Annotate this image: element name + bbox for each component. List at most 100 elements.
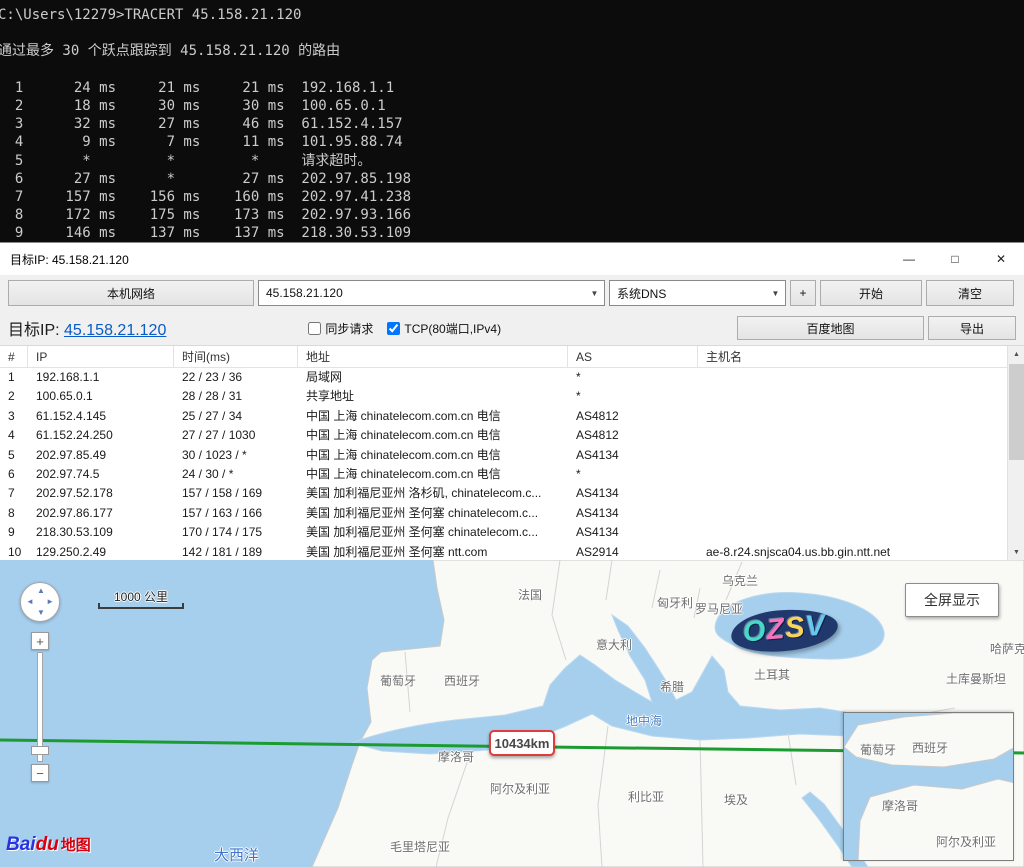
sync-checkbox-label: 同步请求 <box>325 320 373 337</box>
map-label: 摩洛哥 <box>882 797 918 814</box>
map-label: 希腊 <box>660 678 684 695</box>
table-row[interactable]: 6202.97.74.524 / 30 / *中国 上海 chinateleco… <box>0 465 1024 484</box>
map-label: 毛里塔尼亚 <box>390 838 450 855</box>
column-header[interactable]: AS <box>568 346 698 367</box>
table-cell <box>698 426 1024 445</box>
fullscreen-button[interactable]: 全屏显示 <box>905 583 999 617</box>
local-network-button[interactable]: 本机网络 <box>8 280 254 306</box>
target-ip-heading: 目标IP: 45.158.21.120 <box>8 316 166 340</box>
table-cell: AS2914 <box>568 543 698 561</box>
table-row[interactable]: 1192.168.1.122 / 23 / 36局域网* <box>0 368 1024 387</box>
column-header[interactable]: 地址 <box>298 346 568 367</box>
titlebar[interactable]: 目标IP: 45.158.21.120 — □ ✕ <box>0 243 1024 275</box>
table-cell: 202.97.74.5 <box>28 465 174 484</box>
table-cell: 27 / 27 / 1030 <box>174 426 298 445</box>
table-cell <box>698 446 1024 465</box>
clear-button[interactable]: 清空 <box>926 280 1014 306</box>
table-row[interactable]: 461.152.24.25027 / 27 / 1030中国 上海 chinat… <box>0 426 1024 445</box>
watermark-letter: V <box>804 609 827 643</box>
table-row[interactable]: 9218.30.53.109170 / 174 / 175美国 加利福尼亚州 圣… <box>0 523 1024 542</box>
map-label: 匈牙利 <box>657 594 693 611</box>
table-cell: 4 <box>0 426 28 445</box>
sync-checkbox[interactable] <box>308 322 321 335</box>
pan-up-icon[interactable]: ▲ <box>37 587 45 595</box>
pan-left-icon[interactable]: ◄ <box>26 598 34 606</box>
table-row[interactable]: 8202.97.86.177157 / 163 / 166美国 加利福尼亚州 圣… <box>0 504 1024 523</box>
scroll-up-icon[interactable]: ▲ <box>1008 346 1024 363</box>
table-cell <box>698 465 1024 484</box>
table-cell: 共享地址 <box>298 387 568 406</box>
table-cell: 28 / 28 / 31 <box>174 387 298 406</box>
table-row[interactable]: 2100.65.0.128 / 28 / 31共享地址* <box>0 387 1024 406</box>
column-header[interactable]: IP <box>28 346 174 367</box>
table-cell: 局域网 <box>298 368 568 387</box>
terminal-window: C:\Users\12279>TRACERT 45.158.21.120 通过最… <box>0 0 1024 242</box>
table-cell: 1 <box>0 368 28 387</box>
map-label: 土耳其 <box>754 666 790 683</box>
table-cell: 170 / 174 / 175 <box>174 523 298 542</box>
zoom-slider-handle[interactable] <box>31 746 49 755</box>
minimize-button[interactable]: — <box>886 243 932 275</box>
chevron-down-icon[interactable]: ▼ <box>767 282 784 304</box>
dns-select-value: 系统DNS <box>617 285 666 302</box>
pan-right-icon[interactable]: ► <box>46 598 54 606</box>
baidu-maps-logo: Baidu地图 <box>6 834 91 856</box>
target-ip-combobox[interactable]: 45.158.21.120 ▼ <box>258 280 605 306</box>
zoom-in-button[interactable]: + <box>31 632 49 650</box>
table-cell: 192.168.1.1 <box>28 368 174 387</box>
table-cell: 7 <box>0 484 28 503</box>
scroll-down-icon[interactable]: ▼ <box>1008 544 1024 561</box>
column-header[interactable]: # <box>0 346 28 367</box>
column-header[interactable]: 主机名 <box>698 346 1024 367</box>
watermark-letter: O <box>742 615 768 649</box>
target-ip-link[interactable]: 45.158.21.120 <box>64 322 166 339</box>
zoom-out-button[interactable]: − <box>31 764 49 782</box>
map-label: 埃及 <box>724 791 748 808</box>
inset-map[interactable]: 葡萄牙西班牙摩洛哥阿尔及利亚 <box>843 712 1014 861</box>
pan-down-icon[interactable]: ▼ <box>37 609 45 617</box>
column-header[interactable]: 时间(ms) <box>174 346 298 367</box>
tracer-app-window: 目标IP: 45.158.21.120 — □ ✕ 本机网络 45.158.21… <box>0 242 1024 560</box>
table-cell: AS4812 <box>568 407 698 426</box>
hop-table-header: #IP时间(ms)地址AS主机名 <box>0 346 1024 368</box>
table-cell: 157 / 163 / 166 <box>174 504 298 523</box>
table-scrollbar[interactable]: ▲ ▼ <box>1007 346 1024 561</box>
table-cell: 中国 上海 chinatelecom.com.cn 电信 <box>298 465 568 484</box>
subbar: 目标IP: 45.158.21.120 同步请求 TCP(80端口,IPv4) … <box>0 311 1024 345</box>
map-label: 意大利 <box>596 636 632 653</box>
tcp-option[interactable]: TCP(80端口,IPv4) <box>387 320 501 337</box>
close-button[interactable]: ✕ <box>978 243 1024 275</box>
baidu-map[interactable]: 法国匈牙利罗马尼亚乌克兰哈萨克斯坦意大利葡萄牙西班牙希腊土耳其土库曼斯坦地中海叙… <box>0 560 1024 867</box>
chevron-down-icon[interactable]: ▼ <box>586 282 603 304</box>
map-label: 乌克兰 <box>722 572 758 589</box>
scrollbar-thumb[interactable] <box>1009 364 1024 460</box>
target-ip-label: 目标IP: <box>8 322 60 339</box>
table-cell: 157 / 158 / 169 <box>174 484 298 503</box>
table-cell: 9 <box>0 523 28 542</box>
baidu-map-button[interactable]: 百度地图 <box>737 316 924 340</box>
table-cell: * <box>568 465 698 484</box>
maximize-button[interactable]: □ <box>932 243 978 275</box>
export-button[interactable]: 导出 <box>928 316 1016 340</box>
table-row[interactable]: 7202.97.52.178157 / 158 / 169美国 加利福尼亚州 洛… <box>0 484 1024 503</box>
pan-control[interactable]: ▲ ▼ ◄ ► <box>20 582 60 622</box>
map-label: 哈萨克斯坦 <box>990 640 1024 657</box>
screen: C:\Users\12279>TRACERT 45.158.21.120 通过最… <box>0 0 1024 867</box>
add-button[interactable]: + <box>790 280 816 306</box>
sync-request-option[interactable]: 同步请求 <box>308 320 373 337</box>
terminal-output: C:\Users\12279>TRACERT 45.158.21.120 通过最… <box>0 0 1024 242</box>
table-cell: 中国 上海 chinatelecom.com.cn 电信 <box>298 446 568 465</box>
table-row[interactable]: 5202.97.85.4930 / 1023 / *中国 上海 chinatel… <box>0 446 1024 465</box>
tcp-checkbox-label: TCP(80端口,IPv4) <box>404 320 501 337</box>
table-cell: 5 <box>0 446 28 465</box>
table-row[interactable]: 361.152.4.14525 / 27 / 34中国 上海 chinatele… <box>0 407 1024 426</box>
dns-select[interactable]: 系统DNS ▼ <box>609 280 786 306</box>
start-button[interactable]: 开始 <box>820 280 922 306</box>
table-cell: 202.97.85.49 <box>28 446 174 465</box>
map-label: 利比亚 <box>628 788 664 805</box>
tcp-checkbox[interactable] <box>387 322 400 335</box>
table-row[interactable]: 10129.250.2.49142 / 181 / 189美国 加利福尼亚州 圣… <box>0 543 1024 561</box>
table-cell <box>698 387 1024 406</box>
table-cell: * <box>568 368 698 387</box>
map-label: 摩洛哥 <box>438 748 474 765</box>
